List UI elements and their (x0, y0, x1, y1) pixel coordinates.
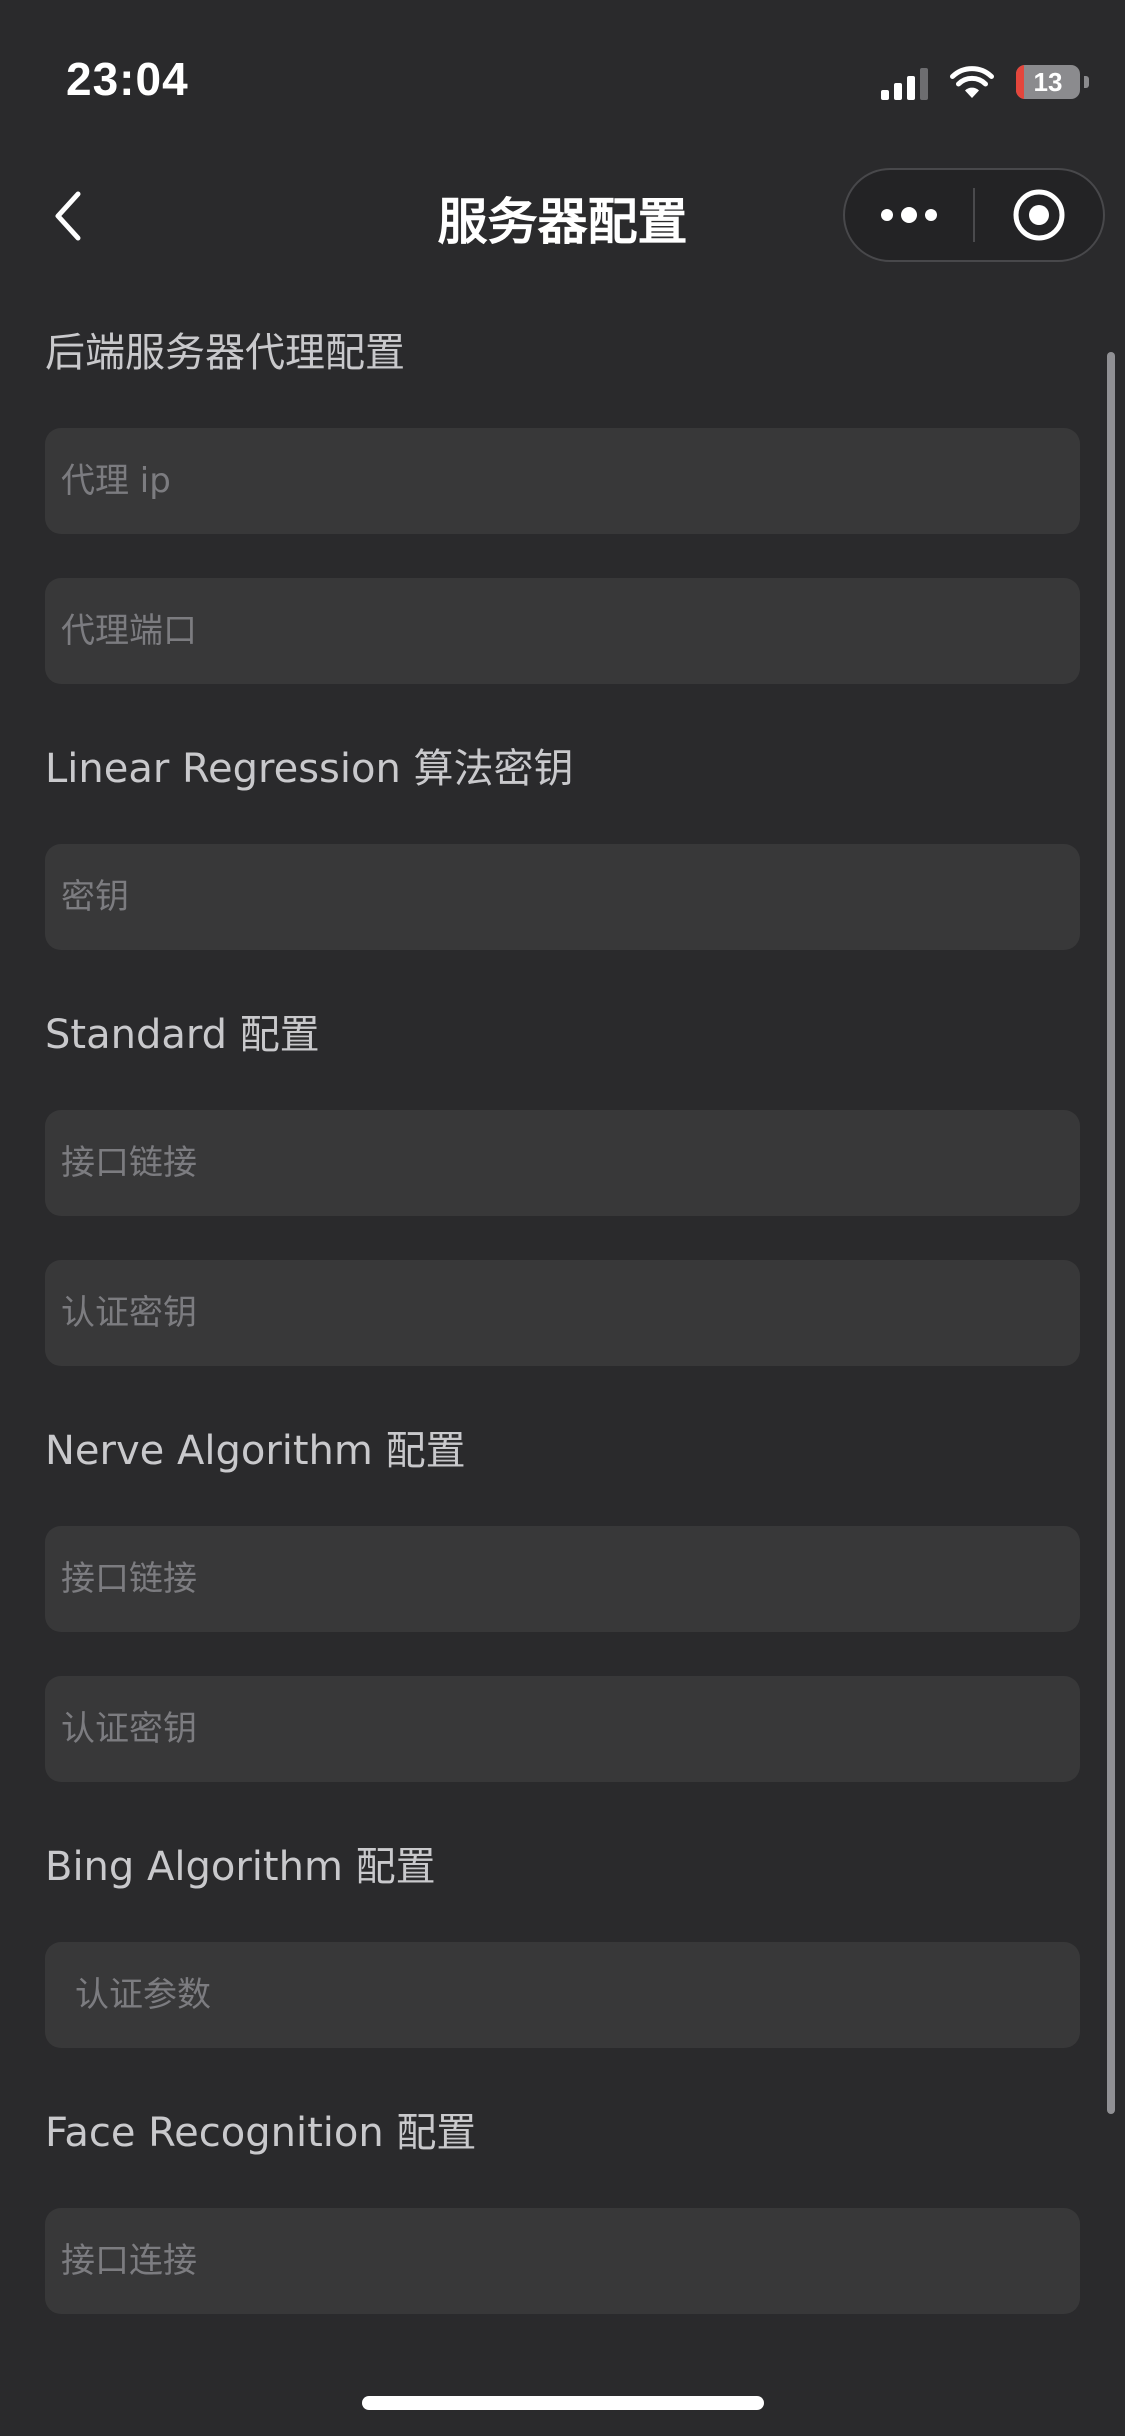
nerve-key-input[interactable] (45, 1676, 1080, 1782)
settings-form: 后端服务器代理配置 Linear Regression 算法密钥 Standar… (45, 318, 1080, 2314)
section-title-bing: Bing Algorithm 配置 (45, 1844, 436, 1890)
status-icons: 13 (881, 62, 1089, 102)
signal-icon (881, 64, 928, 100)
scrollbar[interactable] (1107, 352, 1115, 2114)
status-bar: 23:04 13 (0, 0, 1125, 160)
wifi-icon (950, 65, 994, 99)
battery-level: 13 (1033, 66, 1063, 97)
standard-url-input[interactable] (45, 1110, 1080, 1216)
target-close-icon (1013, 189, 1065, 241)
section-title-proxy: 后端服务器代理配置 (45, 330, 405, 376)
more-button[interactable] (845, 170, 973, 260)
home-indicator[interactable] (362, 2396, 764, 2410)
section-title-face: Face Recognition 配置 (45, 2110, 477, 2156)
battery-cap (1084, 76, 1089, 88)
bing-param-input[interactable] (45, 1942, 1080, 2048)
status-time: 23:04 (66, 53, 189, 105)
more-dots-icon (881, 207, 937, 223)
standard-key-input[interactable] (45, 1260, 1080, 1366)
section-title-linear-regression: Linear Regression 算法密钥 (45, 746, 574, 792)
mini-program-capsule (843, 168, 1105, 262)
linear-regression-key-input[interactable] (45, 844, 1080, 950)
nerve-url-input[interactable] (45, 1526, 1080, 1632)
face-url-input[interactable] (45, 2208, 1080, 2314)
section-title-nerve: Nerve Algorithm 配置 (45, 1428, 466, 1474)
proxy-port-input[interactable] (45, 578, 1080, 684)
close-button[interactable] (975, 170, 1103, 260)
section-title-standard: Standard 配置 (45, 1012, 320, 1058)
nav-bar: 服务器配置 (0, 160, 1125, 272)
battery-icon: 13 (1016, 65, 1080, 99)
proxy-ip-input[interactable] (45, 428, 1080, 534)
